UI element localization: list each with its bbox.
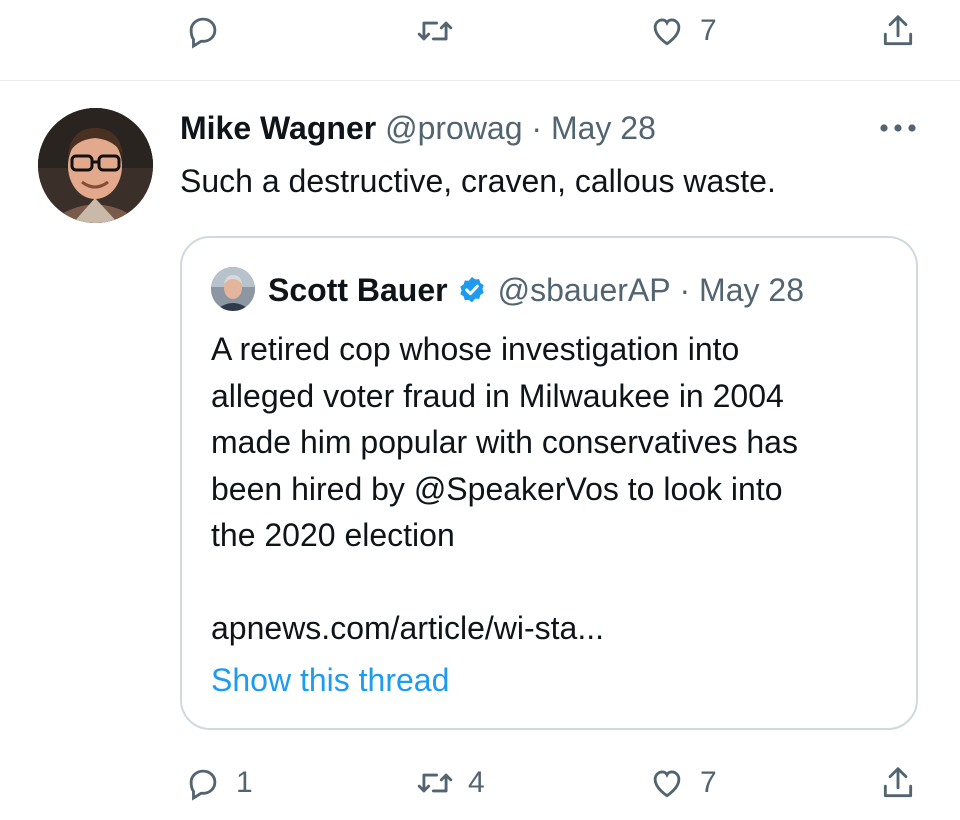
separator-dot: · bbox=[531, 110, 543, 146]
tweet-date[interactable]: May 28 bbox=[551, 110, 656, 146]
quoted-tweet-card[interactable]: Scott Bauer @sbauerAP · May 28 A retired… bbox=[180, 236, 918, 730]
quoted-header: Scott Bauer @sbauerAP · May 28 bbox=[268, 272, 804, 309]
reply-icon bbox=[189, 17, 217, 49]
retweet-button[interactable] bbox=[416, 12, 454, 50]
like-icon bbox=[653, 18, 681, 46]
quoted-author-name: Scott Bauer bbox=[268, 272, 448, 308]
quoted-separator-dot: · bbox=[679, 272, 691, 308]
quoted-author-handle: @sbauerAP bbox=[497, 272, 671, 308]
reply-count: 1 bbox=[236, 766, 253, 799]
retweet-icon bbox=[417, 21, 453, 41]
top-action-bar: 7 bbox=[0, 8, 960, 68]
tweet-header: Mike Wagner @prowag · May 28 bbox=[180, 110, 656, 147]
like-button[interactable]: 7 bbox=[648, 764, 717, 802]
share-button[interactable] bbox=[879, 12, 917, 50]
avatar[interactable] bbox=[38, 108, 153, 223]
reply-icon bbox=[189, 769, 217, 801]
author-handle[interactable]: @prowag bbox=[385, 110, 522, 146]
share-button[interactable] bbox=[879, 764, 917, 802]
like-count: 7 bbox=[700, 766, 717, 799]
reply-button[interactable] bbox=[184, 12, 222, 50]
bottom-action-bar: 1 4 7 bbox=[0, 760, 960, 820]
quoted-date: May 28 bbox=[699, 272, 804, 308]
retweet-button[interactable]: 4 bbox=[416, 764, 485, 802]
like-count: 7 bbox=[700, 14, 717, 47]
reply-button[interactable]: 1 bbox=[184, 764, 253, 802]
tweet-text: Such a destructive, craven, callous wast… bbox=[180, 163, 776, 199]
tweet-divider bbox=[0, 80, 960, 81]
like-button[interactable]: 7 bbox=[648, 12, 717, 50]
show-thread-link[interactable]: Show this thread bbox=[211, 662, 449, 699]
quoted-link[interactable]: apnews.com/article/wi-sta... bbox=[211, 610, 604, 647]
more-icon[interactable] bbox=[878, 118, 918, 138]
quoted-avatar bbox=[211, 267, 255, 311]
share-icon bbox=[883, 15, 913, 46]
share-icon bbox=[883, 767, 913, 798]
author-name[interactable]: Mike Wagner bbox=[180, 110, 376, 146]
retweet-count: 4 bbox=[468, 766, 485, 799]
quoted-tweet-text: A retired cop whose investigation into a… bbox=[211, 331, 798, 553]
like-icon bbox=[653, 770, 681, 798]
retweet-icon bbox=[417, 773, 453, 793]
verified-badge-icon bbox=[459, 276, 484, 302]
